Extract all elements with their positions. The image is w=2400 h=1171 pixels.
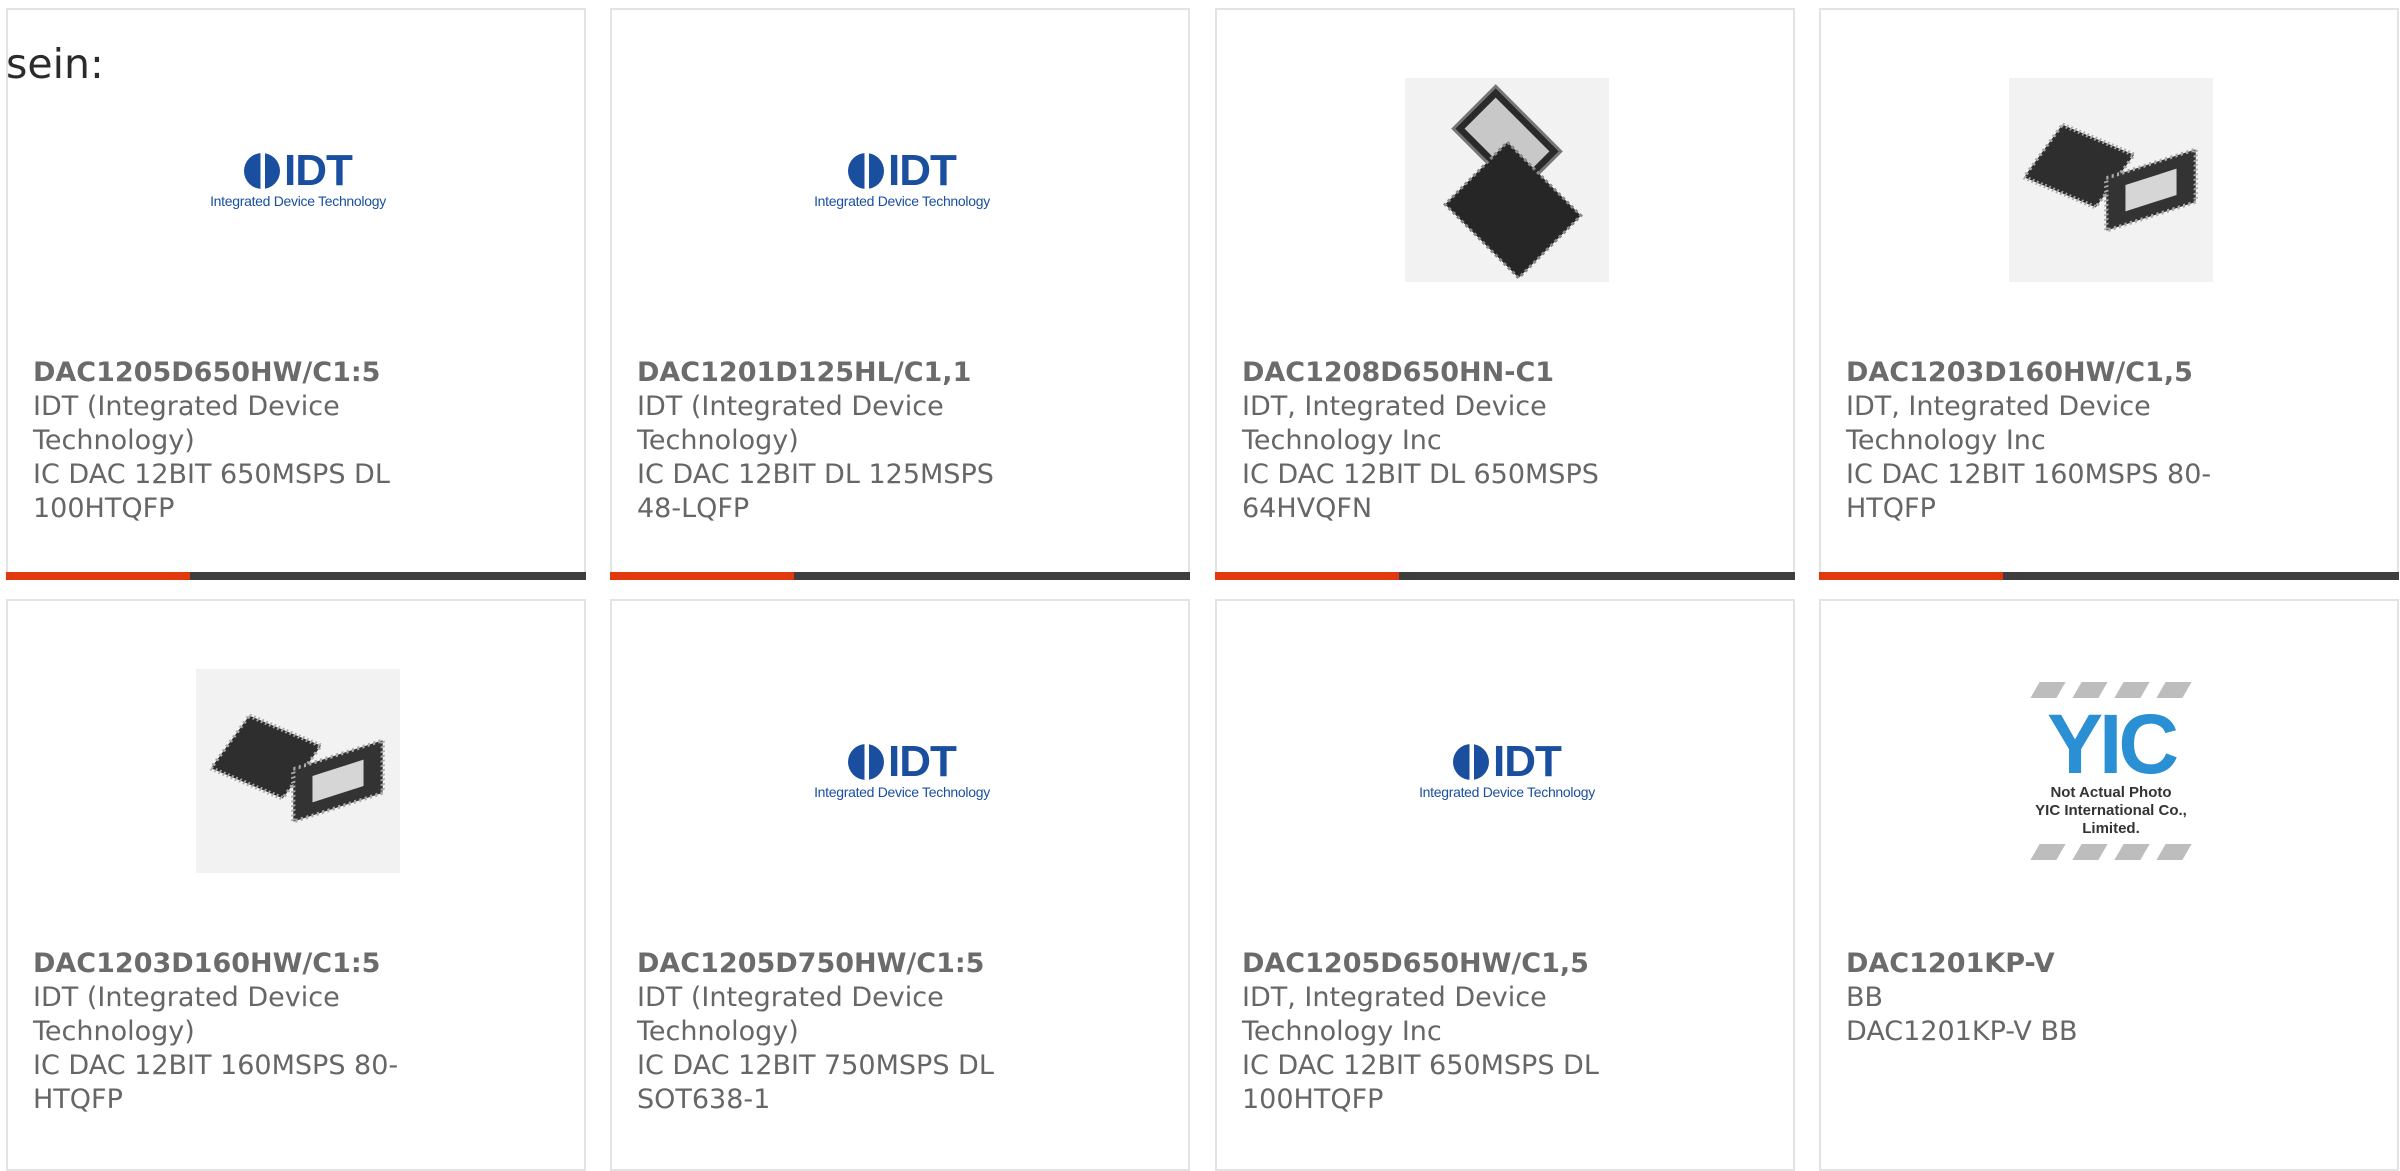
qfn-chip-photo	[1405, 78, 1609, 282]
product-card[interactable]: IDT Integrated Device Technology DAC1205…	[1215, 599, 1795, 1171]
product-image[interactable]	[2009, 78, 2213, 282]
idt-logo: IDT Integrated Device Technology	[1419, 737, 1595, 801]
product-card[interactable]: YIC Not Actual Photo YIC International C…	[1819, 599, 2399, 1171]
product-info: DAC1208D650HN-C1 IDT, Integrated Device …	[1242, 356, 1642, 526]
card-underline-bar	[6, 572, 586, 580]
manufacturer: IDT, Integrated Device Technology Inc	[1242, 982, 1547, 1047]
manufacturer: IDT (Integrated Device Technology)	[33, 391, 340, 456]
part-number[interactable]: DAC1203D160HW/C1,5	[1846, 356, 2246, 390]
card-underline-bar	[1819, 572, 2399, 580]
description: IC DAC 12BIT 750MSPS DL SOT638-1	[637, 1050, 994, 1115]
lead-text: sein:	[6, 40, 104, 88]
description: IC DAC 12BIT DL 125MSPS 48-LQFP	[637, 459, 994, 524]
product-card[interactable]: IDT Integrated Device Technology DAC1201…	[610, 8, 1190, 580]
accent-segment	[1215, 572, 1399, 580]
part-number[interactable]: DAC1201D125HL/C1,1	[637, 356, 1037, 390]
accent-segment	[6, 572, 190, 580]
idt-logo: IDT Integrated Device Technology	[210, 146, 386, 210]
idt-logo: IDT Integrated Device Technology	[814, 737, 990, 801]
product-image[interactable]: IDT Integrated Device Technology	[800, 669, 1004, 873]
manufacturer: BB	[1846, 982, 1884, 1013]
part-number[interactable]: DAC1203D160HW/C1:5	[33, 947, 433, 981]
description: IC DAC 12BIT 160MSPS 80-HTQFP	[33, 1050, 399, 1115]
product-card[interactable]: DAC1208D650HN-C1 IDT, Integrated Device …	[1215, 8, 1795, 580]
part-number[interactable]: DAC1205D650HW/C1:5	[33, 356, 433, 390]
manufacturer: IDT, Integrated Device Technology Inc	[1846, 391, 2151, 456]
yic-placeholder-image: YIC Not Actual Photo YIC International C…	[2009, 676, 2213, 866]
manufacturer: IDT (Integrated Device Technology)	[637, 391, 944, 456]
part-number[interactable]: DAC1205D650HW/C1,5	[1242, 947, 1642, 981]
description: IC DAC 12BIT 650MSPS DL 100HTQFP	[1242, 1050, 1599, 1115]
product-image[interactable]	[1405, 78, 1609, 282]
part-number[interactable]: DAC1201KP-V	[1846, 947, 2246, 981]
product-image[interactable]: IDT Integrated Device Technology	[800, 78, 1004, 282]
product-info: DAC1201D125HL/C1,1 IDT (Integrated Devic…	[637, 356, 1037, 526]
manufacturer: IDT (Integrated Device Technology)	[637, 982, 944, 1047]
description: IC DAC 12BIT 650MSPS DL 100HTQFP	[33, 459, 390, 524]
product-card[interactable]: DAC1203D160HW/C1:5 IDT (Integrated Devic…	[6, 599, 586, 1171]
product-info: DAC1203D160HW/C1,5 IDT, Integrated Devic…	[1846, 356, 2246, 526]
part-number[interactable]: DAC1208D650HN-C1	[1242, 356, 1642, 390]
card-underline-bar	[610, 572, 1190, 580]
product-info: DAC1205D650HW/C1:5 IDT (Integrated Devic…	[33, 356, 433, 526]
qfp-chip-photo	[196, 669, 400, 873]
product-info: DAC1203D160HW/C1:5 IDT (Integrated Devic…	[33, 947, 433, 1117]
description: IC DAC 12BIT 160MSPS 80-HTQFP	[1846, 459, 2212, 524]
qfp-chip-photo	[2009, 78, 2213, 282]
product-info: DAC1201KP-V BB DAC1201KP-V BB	[1846, 947, 2246, 1049]
card-underline-bar	[1215, 572, 1795, 580]
product-image[interactable]	[196, 669, 400, 873]
manufacturer: IDT (Integrated Device Technology)	[33, 982, 340, 1047]
part-number[interactable]: DAC1205D750HW/C1:5	[637, 947, 1037, 981]
idt-logo: IDT Integrated Device Technology	[814, 146, 990, 210]
description: IC DAC 12BIT DL 650MSPS 64HVQFN	[1242, 459, 1599, 524]
accent-segment	[1819, 572, 2003, 580]
product-card[interactable]: IDT Integrated Device Technology DAC1205…	[610, 599, 1190, 1171]
product-card[interactable]: IDT Integrated Device Technology DAC1205…	[6, 8, 586, 580]
product-card[interactable]: DAC1203D160HW/C1,5 IDT, Integrated Devic…	[1819, 8, 2399, 580]
product-info: DAC1205D650HW/C1,5 IDT, Integrated Devic…	[1242, 947, 1642, 1117]
product-image[interactable]: IDT Integrated Device Technology	[1405, 669, 1609, 873]
accent-segment	[610, 572, 794, 580]
manufacturer: IDT, Integrated Device Technology Inc	[1242, 391, 1547, 456]
product-image[interactable]: YIC Not Actual Photo YIC International C…	[2009, 669, 2213, 873]
description: DAC1201KP-V BB	[1846, 1016, 2078, 1047]
product-info: DAC1205D750HW/C1:5 IDT (Integrated Devic…	[637, 947, 1037, 1117]
product-image[interactable]: IDT Integrated Device Technology	[196, 78, 400, 282]
